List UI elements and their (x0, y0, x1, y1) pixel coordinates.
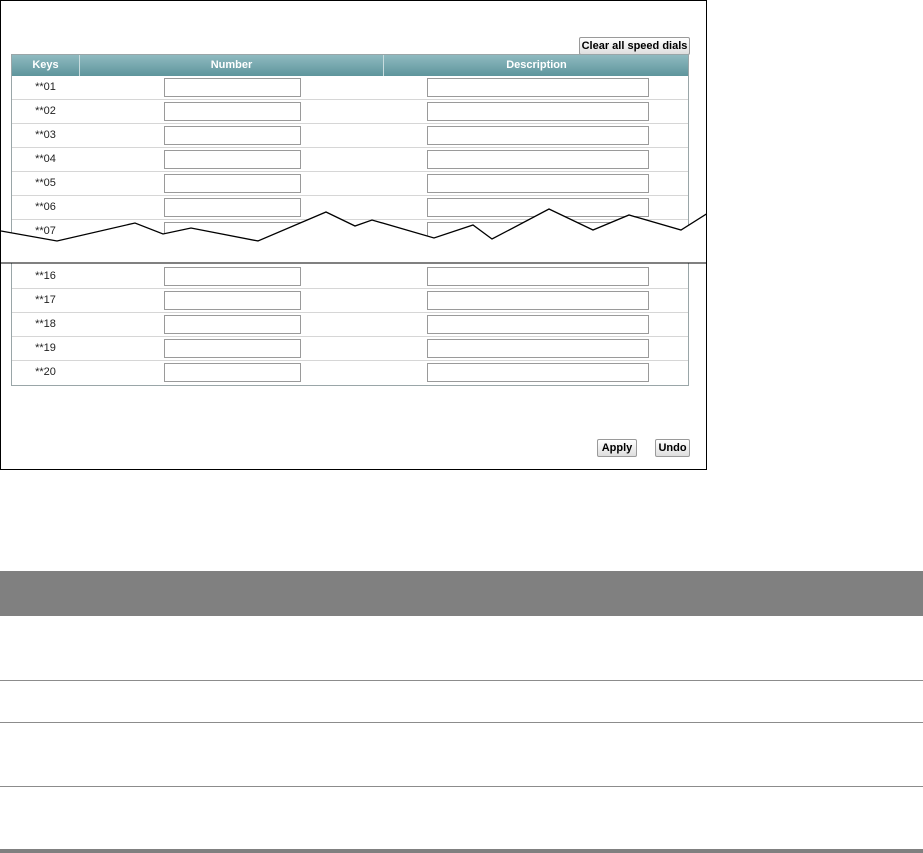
table-bottom-rule (0, 849, 923, 853)
table-divider (0, 786, 923, 787)
torn-break-line (1, 208, 706, 264)
speed-dial-screenshot: Clear all speed dials Keys Number Descri… (0, 0, 707, 470)
table-divider (0, 722, 923, 723)
table-divider (0, 680, 923, 681)
description-table-header (0, 571, 923, 616)
